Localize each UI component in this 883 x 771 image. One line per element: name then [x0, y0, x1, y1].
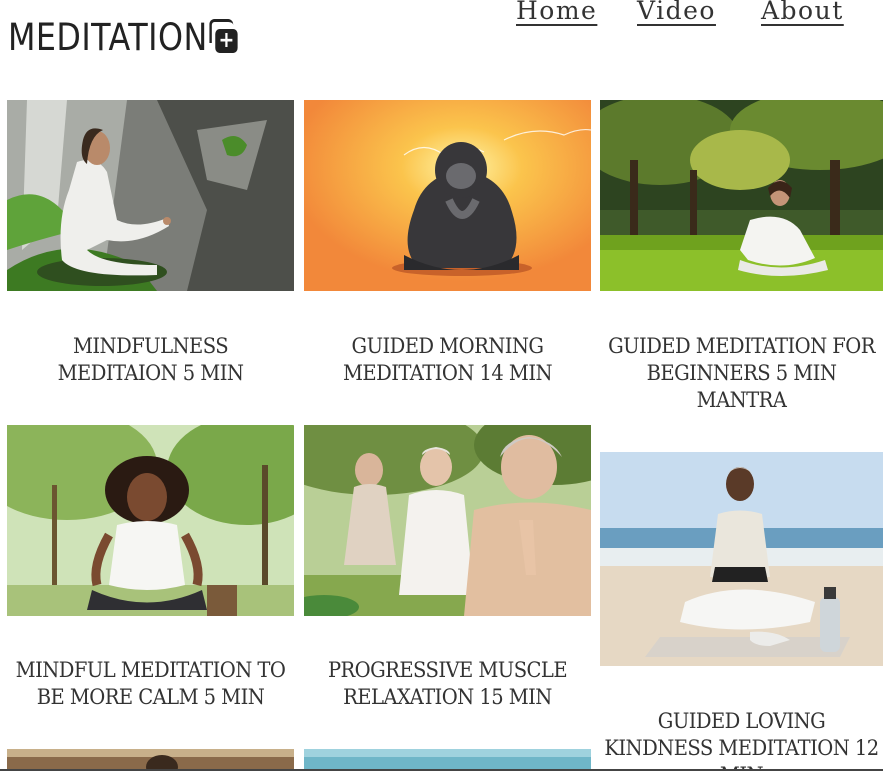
- nav-home-link[interactable]: Home: [516, 0, 637, 28]
- card-thumbnail[interactable]: [304, 100, 591, 291]
- nav-about-link[interactable]: About: [761, 0, 844, 28]
- card-thumbnail[interactable]: [7, 100, 294, 291]
- card-thumbnail[interactable]: [600, 452, 883, 666]
- card-title[interactable]: MINDFUL MEDITATION TO BE MORE CALM 5 MIN: [11, 657, 289, 711]
- card-thumbnail[interactable]: [7, 425, 294, 616]
- card-thumbnail-partial[interactable]: [304, 749, 591, 771]
- logo-text: MEDITATION: [8, 16, 208, 59]
- nav-video-link[interactable]: Video: [637, 0, 761, 28]
- card-title[interactable]: GUIDED LOVING KINDNESS MEDITATION 12 MIN: [604, 708, 879, 771]
- card-title[interactable]: GUIDED MORNING MEDITATION 14 MIN: [308, 333, 586, 387]
- card-thumbnail-partial[interactable]: [7, 749, 294, 771]
- card-thumbnail[interactable]: [600, 100, 883, 291]
- site-logo[interactable]: MEDITATION +: [8, 16, 239, 60]
- card-title[interactable]: MINDFULNESS MEDITAION 5 MIN: [11, 333, 289, 387]
- main-nav: Home Video About: [516, 0, 844, 28]
- card-title[interactable]: GUIDED MEDITATION FOR BEGINNERS 5 MIN MA…: [604, 333, 878, 414]
- card-title[interactable]: PROGRESSIVE MUSCLE RELAXATION 15 MIN: [308, 657, 586, 711]
- plus-icon: +: [209, 19, 238, 53]
- card-thumbnail[interactable]: [304, 425, 591, 616]
